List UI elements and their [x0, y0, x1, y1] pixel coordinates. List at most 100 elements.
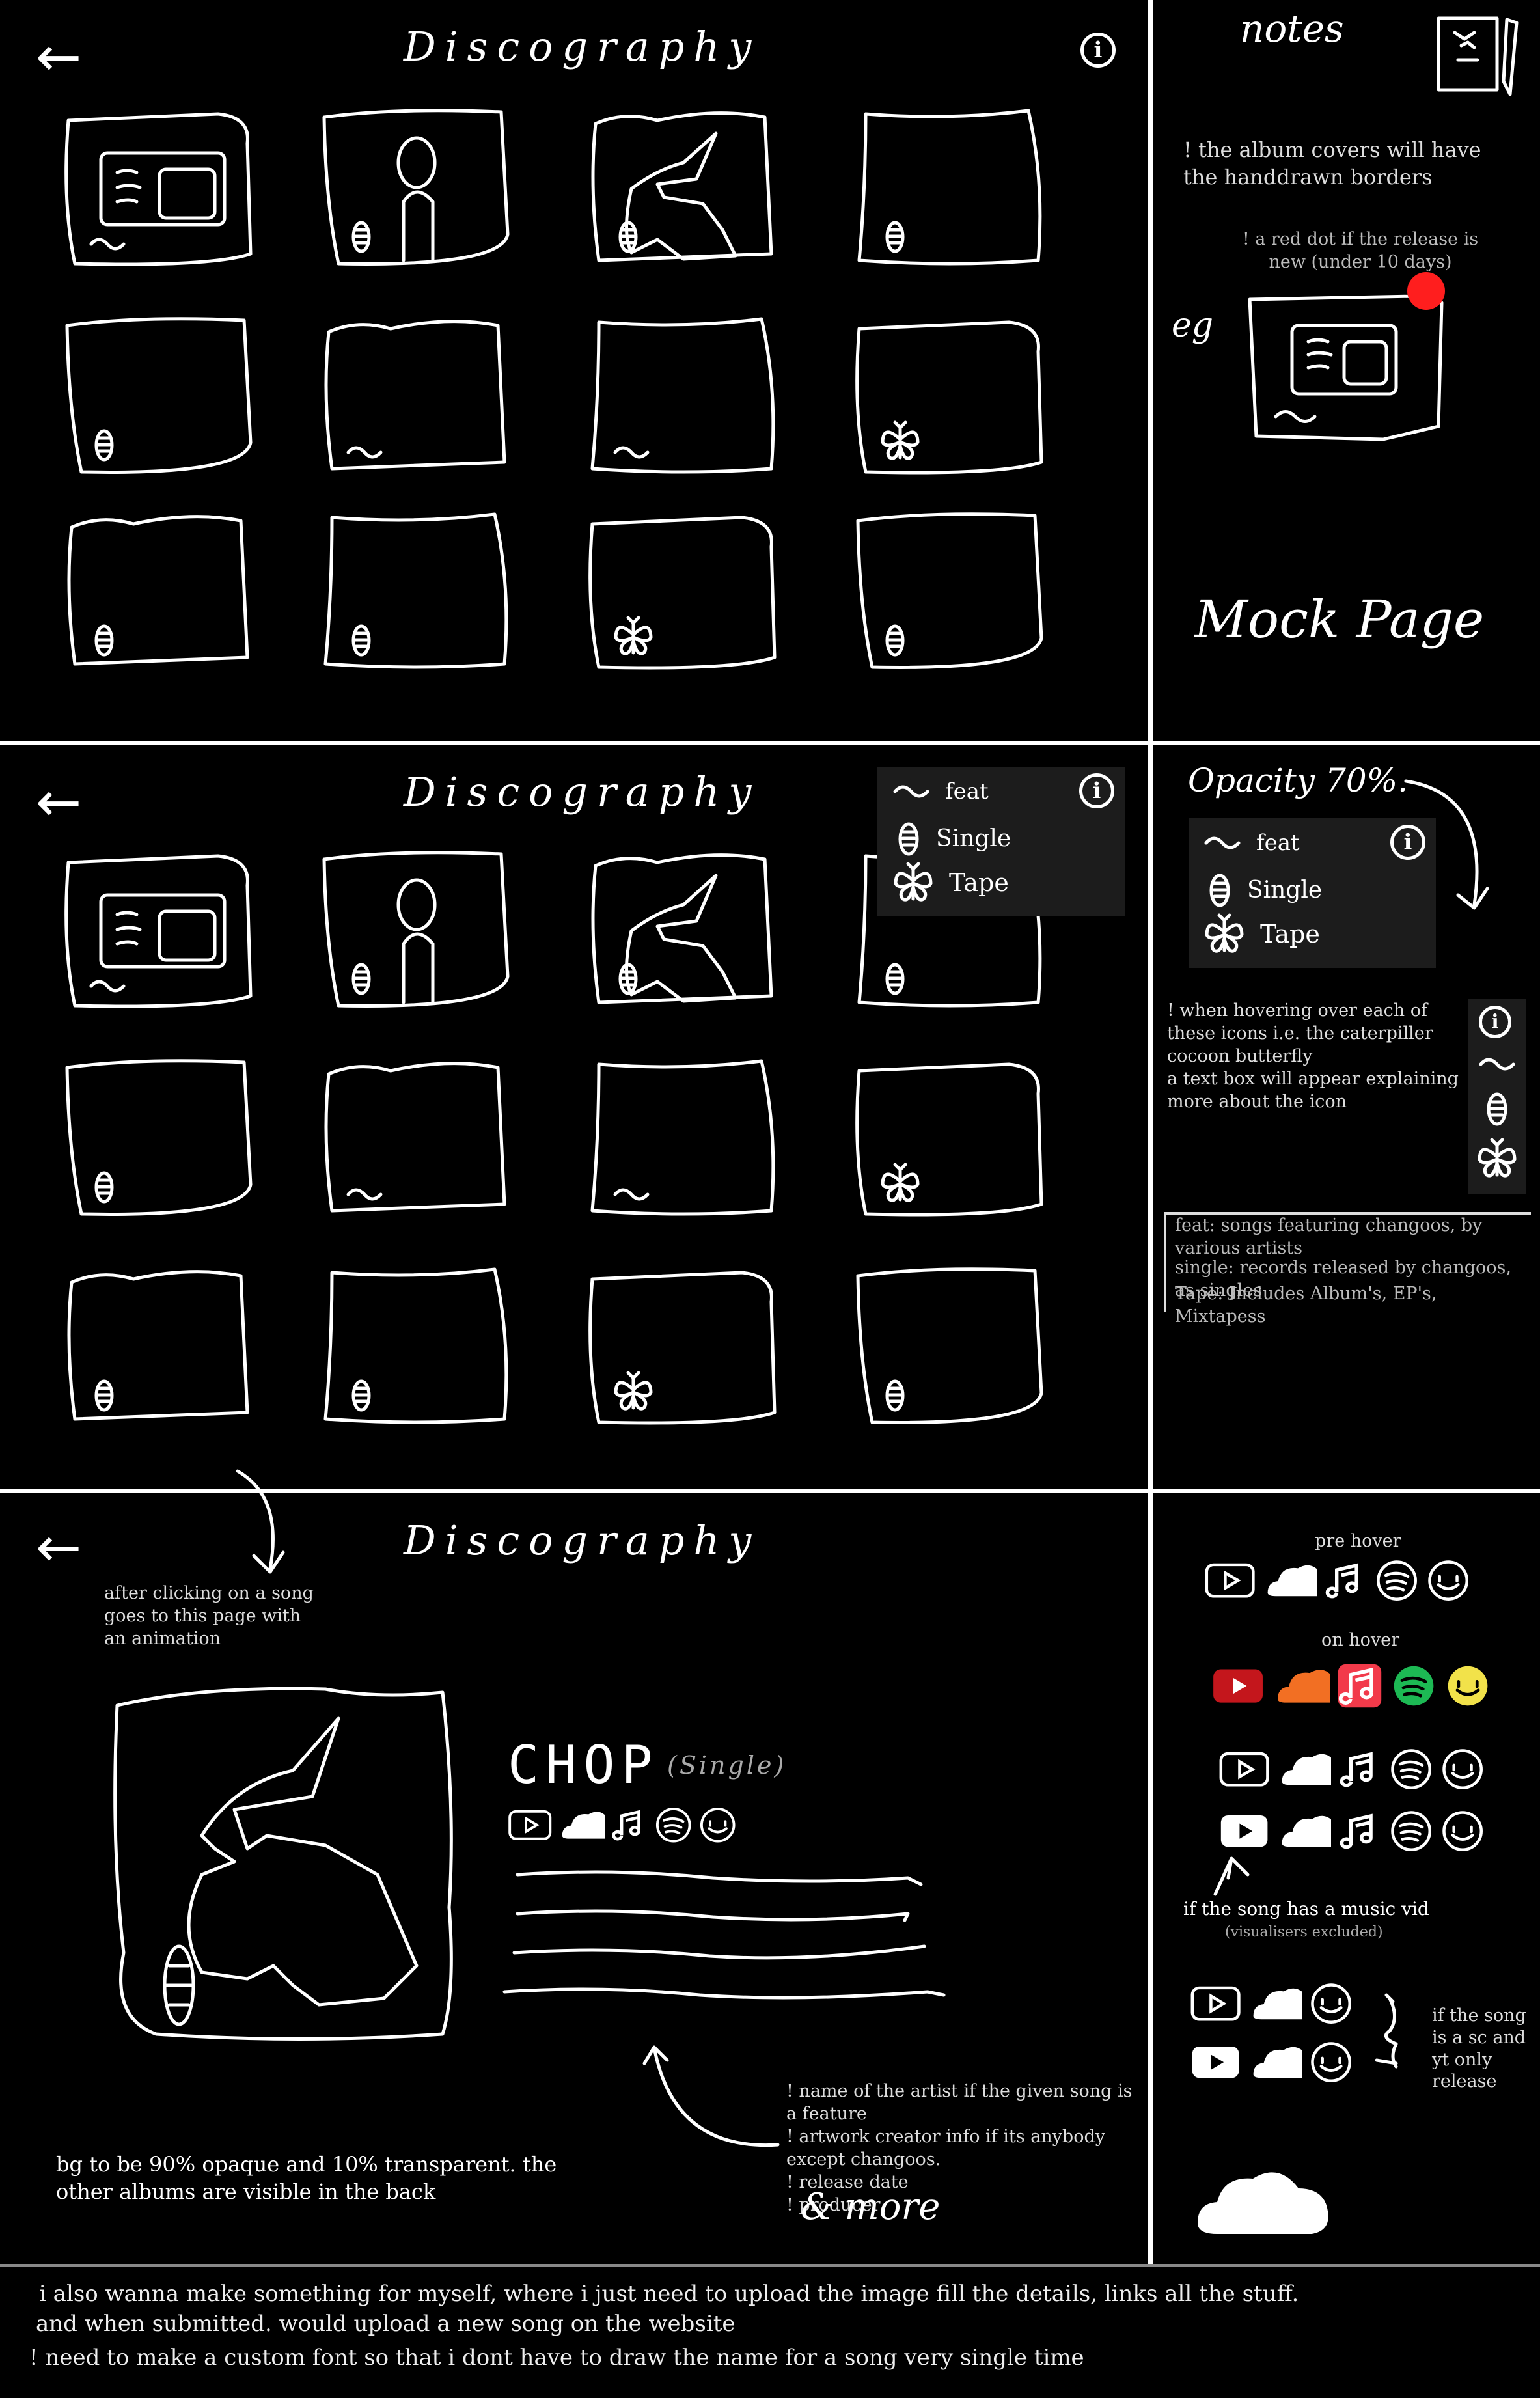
feat-badge-icon — [346, 446, 383, 459]
soundcloud-icon[interactable] — [559, 1806, 621, 1845]
soundcloud-icon[interactable] — [1250, 2041, 1321, 2085]
divider-2 — [0, 1489, 1540, 1493]
info-icon[interactable]: i — [1080, 33, 1116, 68]
apple-music-icon[interactable] — [1338, 1748, 1382, 1792]
song-title: CHOP — [508, 1735, 659, 1795]
page-title-3: Discography — [404, 1517, 761, 1564]
info-icon-2[interactable]: i — [1079, 773, 1114, 808]
feat-icon — [1479, 1058, 1515, 1071]
back-arrow-icon-3[interactable]: ← — [36, 1520, 81, 1575]
spotify-icon[interactable] — [1390, 1748, 1434, 1792]
single-badge-icon — [885, 963, 905, 995]
feat-badge-icon — [613, 446, 650, 459]
audiomack-icon[interactable] — [1427, 1559, 1471, 1603]
tape-definition: Tape: Includes Album's, EP's, Mixtapess — [1175, 1284, 1437, 1327]
opacity-note: Opacity 70%. — [1188, 762, 1409, 799]
apple-music-icon[interactable] — [1337, 1663, 1384, 1710]
spotify-icon[interactable] — [655, 1806, 693, 1845]
audiomack-icon[interactable] — [1441, 1810, 1485, 1854]
album-card[interactable] — [319, 1263, 514, 1439]
divider-3 — [0, 2264, 1540, 2267]
sc-yt-icons-1 — [1190, 1982, 1361, 2026]
album-card[interactable] — [62, 508, 257, 683]
album-card[interactable] — [853, 312, 1048, 488]
back-arrow-icon[interactable]: ← — [36, 29, 81, 84]
soundcloud-icon[interactable] — [1278, 1810, 1350, 1854]
legend-ex-tape: Tape — [1203, 913, 1320, 956]
spotify-icon[interactable] — [1390, 1810, 1434, 1854]
album-card[interactable] — [586, 1263, 781, 1439]
single-badge-icon — [885, 624, 905, 657]
album-card[interactable] — [62, 1054, 257, 1230]
feat-badge-icon — [346, 1188, 383, 1201]
audiomack-icon[interactable] — [1310, 2041, 1354, 2085]
cocoon-icon — [898, 822, 919, 856]
album-card[interactable] — [853, 1054, 1048, 1230]
icons-with-video — [1218, 1810, 1492, 1854]
bg-opacity-note: bg to be 90% opaque and 10% transparent.… — [56, 2152, 557, 2204]
album-card[interactable] — [586, 1054, 781, 1230]
soundcloud-icon[interactable] — [1250, 1982, 1321, 2026]
album-card[interactable] — [853, 1263, 1048, 1439]
footer-line-1: i also wanna make something for myself, … — [39, 2281, 1299, 2307]
youtube-icon[interactable] — [1218, 1810, 1271, 1854]
album-card[interactable] — [62, 1263, 257, 1439]
album-card[interactable] — [853, 104, 1048, 280]
music-vid-note: if the song has a music vid — [1183, 1898, 1429, 1920]
single-badge-icon — [351, 963, 371, 995]
legend-example: i feat Single Tape — [1189, 818, 1436, 968]
spotify-icon[interactable] — [1375, 1559, 1420, 1603]
info-icon-3[interactable]: i — [1390, 825, 1425, 860]
soundcloud-icon[interactable] — [1264, 1559, 1336, 1603]
audiomack-icon[interactable] — [1310, 1982, 1354, 2026]
apple-music-icon[interactable] — [1324, 1559, 1368, 1603]
legend-feat-label: feat — [945, 779, 989, 805]
album-card[interactable] — [853, 508, 1048, 683]
album-card[interactable] — [586, 104, 781, 280]
hover-icons-column: i — [1468, 999, 1526, 1194]
album-card[interactable] — [319, 104, 514, 280]
single-badge-icon — [94, 429, 114, 462]
sc-yt-icons-2 — [1190, 2041, 1361, 2085]
youtube-icon[interactable] — [1204, 1559, 1257, 1603]
description-placeholder-lines — [502, 1870, 946, 2000]
spotify-icon[interactable] — [1391, 1663, 1438, 1710]
audiomack-icon[interactable] — [699, 1806, 737, 1845]
butterfly-icon — [1205, 913, 1244, 953]
youtube-icon[interactable] — [1218, 1748, 1271, 1792]
apple-music-icon[interactable] — [1338, 1810, 1382, 1854]
album-card[interactable] — [62, 312, 257, 488]
album-card[interactable] — [586, 508, 781, 683]
single-badge-icon — [885, 221, 905, 253]
album-card[interactable] — [319, 846, 514, 1022]
audiomack-icon[interactable] — [1445, 1663, 1492, 1710]
album-card[interactable] — [62, 846, 257, 1022]
note-borders: ! the album covers will have the handdra… — [1183, 137, 1481, 189]
soundcloud-icon[interactable] — [1274, 1663, 1350, 1710]
album-card[interactable] — [319, 1054, 514, 1230]
audiomack-icon[interactable] — [1441, 1748, 1485, 1792]
footer-line-3: ! need to make a custom font so that i d… — [29, 2345, 1084, 2371]
on-hover-label: on hover — [1321, 1630, 1400, 1650]
album-card[interactable] — [62, 104, 257, 280]
album-card[interactable] — [586, 312, 781, 488]
album-card[interactable] — [319, 312, 514, 488]
album-card[interactable] — [586, 846, 781, 1022]
legend-popup: i feat Single Tape — [877, 767, 1125, 916]
on-hover-icons — [1211, 1663, 1499, 1710]
apple-music-icon[interactable] — [611, 1806, 649, 1845]
back-arrow-icon-2[interactable]: ← — [36, 775, 81, 829]
youtube-icon[interactable] — [1190, 1982, 1243, 2026]
youtube-icon[interactable] — [1211, 1663, 1267, 1710]
legend-ex-feat-label: feat — [1256, 830, 1300, 856]
soundcloud-icon[interactable] — [1278, 1748, 1350, 1792]
album-card[interactable] — [319, 508, 514, 683]
legend-ex-single-label: Single — [1247, 876, 1323, 903]
legend-ex-tape-label: Tape — [1260, 920, 1320, 948]
after-click-note: after clicking on a song goes to this pa… — [104, 1583, 314, 1649]
youtube-icon[interactable] — [508, 1806, 553, 1845]
youtube-icon[interactable] — [1190, 2041, 1243, 2085]
feat-badge-icon — [89, 980, 126, 993]
legend-tape-label: Tape — [949, 868, 1009, 897]
detail-platform-links — [508, 1806, 743, 1845]
